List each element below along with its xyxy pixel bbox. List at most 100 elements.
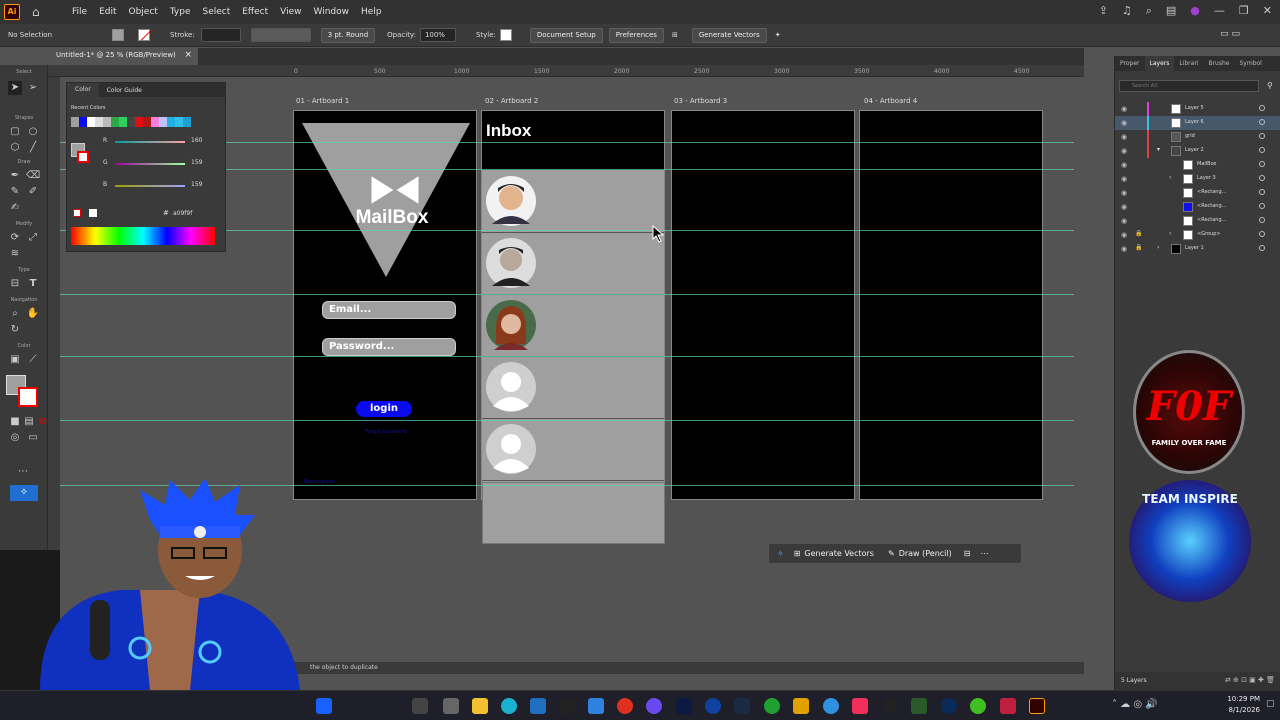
target-icon[interactable] <box>1259 231 1265 237</box>
layer-actions-icons[interactable]: ⇄ ⊕ ⊡ ▣ ✚ 🗑 <box>1225 676 1275 684</box>
close-icon[interactable]: ✕ <box>1263 4 1272 18</box>
lock-icon[interactable]: 🔒 <box>1135 230 1142 237</box>
target-icon[interactable] <box>1259 105 1265 111</box>
chrome-icon[interactable] <box>617 698 633 714</box>
visibility-eye-icon[interactable]: ◉ <box>1121 119 1127 127</box>
color-mode-icon[interactable]: ■ <box>8 415 22 429</box>
layer-row[interactable]: ◉ › Layer 3 <box>1115 172 1280 186</box>
tab-color[interactable]: Color <box>67 83 99 97</box>
recent-swatch[interactable] <box>175 117 183 127</box>
g-slider[interactable] <box>115 163 185 165</box>
ellipse-tool-icon[interactable]: ○ <box>26 125 40 139</box>
expand-chevron-icon[interactable]: › <box>1169 230 1171 237</box>
tab-symbols[interactable]: Symbol <box>1234 60 1266 67</box>
selection-tool-icon[interactable]: ➤ <box>8 81 22 95</box>
email-field[interactable]: Email... <box>322 301 456 319</box>
recent-swatch[interactable] <box>79 117 87 127</box>
screen-mode-icon[interactable]: ▭ <box>26 431 40 445</box>
target-icon[interactable] <box>1259 175 1265 181</box>
target-icon[interactable] <box>1259 133 1265 139</box>
expand-chevron-icon[interactable]: › <box>1157 244 1159 251</box>
menu-object[interactable]: Object <box>123 7 164 17</box>
gradient-tool-icon[interactable]: ▣ <box>8 353 22 367</box>
rotate-view-icon[interactable]: ↻ <box>8 323 22 337</box>
brush-tool-icon[interactable]: ✐ <box>26 185 40 199</box>
layer-row[interactable]: ◉ 🔒 › <Group> <box>1115 228 1280 242</box>
zoom-tool-icon[interactable]: ⌕ <box>8 307 22 321</box>
recent-swatch[interactable] <box>103 117 111 127</box>
artboard-tool-icon[interactable]: ⊟ <box>8 277 22 291</box>
recent-swatch[interactable] <box>95 117 103 127</box>
search-icon[interactable]: ⌕ <box>1146 4 1152 18</box>
discord-icon[interactable] <box>646 698 662 714</box>
layer-row[interactable]: ◉ <Rectang... <box>1115 214 1280 228</box>
selected-rectangle[interactable] <box>482 482 665 544</box>
rotate-tool-icon[interactable]: ⟳ <box>8 231 22 245</box>
password-field[interactable]: Password... <box>322 338 456 356</box>
b-slider[interactable] <box>115 185 185 187</box>
layers-search-input[interactable]: Search All <box>1119 80 1259 92</box>
recent-swatch[interactable] <box>167 117 175 127</box>
music-icon[interactable] <box>852 698 868 714</box>
minimize-icon[interactable]: — <box>1214 4 1225 18</box>
app3-icon[interactable] <box>970 698 986 714</box>
recent-swatch[interactable] <box>159 117 167 127</box>
bell-icon[interactable]: ♫ <box>1122 4 1132 18</box>
rectangle-tool-icon[interactable]: ▢ <box>8 125 22 139</box>
layer-row[interactable]: ◉ ▾ Layer 2 <box>1115 144 1280 158</box>
edge-icon[interactable] <box>501 698 517 714</box>
artboard-label-2[interactable]: 02 - Artboard 2 <box>485 97 538 105</box>
xbox-icon[interactable] <box>764 698 780 714</box>
color-spectrum[interactable] <box>71 227 215 245</box>
gradient-mode-icon[interactable]: ▤ <box>22 415 36 429</box>
pencil-tool-icon[interactable]: ✎ <box>8 185 22 199</box>
login-button[interactable]: login <box>356 401 412 417</box>
opacity-field[interactable]: 100% <box>419 28 456 42</box>
pen-tool-icon[interactable]: ✒ <box>8 169 22 183</box>
menu-view[interactable]: View <box>274 7 307 17</box>
tray-icons[interactable]: ˄ ☁ ◎ 🔊 <box>1112 699 1158 710</box>
shaper-tool-icon[interactable]: ✍ <box>8 201 22 215</box>
generate-vectors-button[interactable]: Generate Vectors <box>691 27 767 43</box>
notification-icon[interactable]: ▢ <box>1266 699 1275 709</box>
app4-icon[interactable] <box>1000 698 1016 714</box>
guide-line[interactable] <box>60 356 1074 357</box>
fill-swatch[interactable] <box>112 29 125 41</box>
lock-icon[interactable]: 🔒 <box>1135 244 1142 251</box>
artboard-label-3[interactable]: 03 - Artboard 3 <box>674 97 727 105</box>
target-icon[interactable] <box>1259 217 1265 223</box>
scale-tool-icon[interactable]: ⤢ <box>26 231 40 245</box>
user-avatar-icon[interactable]: ● <box>1190 4 1200 18</box>
forgot-password-link[interactable]: Forgot password <box>356 429 416 435</box>
stroke-swatch[interactable] <box>138 29 152 41</box>
eraser-tool-icon[interactable]: ⌫ <box>26 169 40 183</box>
b-value[interactable]: 159 <box>191 181 202 188</box>
menu-file[interactable]: File <box>66 7 93 17</box>
document-tab[interactable]: Untitled-1* @ 25 % (RGB/Preview) × <box>48 48 198 65</box>
document-setup-button[interactable]: Document Setup <box>529 27 603 43</box>
workspace-icon[interactable]: ▤ <box>1166 4 1176 18</box>
inbox-list[interactable] <box>482 170 664 493</box>
tab-properties[interactable]: Proper <box>1115 60 1145 67</box>
style-swatch[interactable] <box>499 29 512 41</box>
visibility-eye-icon[interactable]: ◉ <box>1121 203 1127 211</box>
panel-toggle-icon[interactable]: ▭ ▭ <box>1220 29 1240 39</box>
white-swatch[interactable] <box>89 209 97 217</box>
line-tool-icon[interactable]: ╱ <box>26 141 40 155</box>
rockstar-icon[interactable] <box>793 698 809 714</box>
menu-edit[interactable]: Edit <box>93 7 122 17</box>
tab-layers[interactable]: Layers <box>1144 56 1175 71</box>
terminal-icon[interactable] <box>911 698 927 714</box>
r-value[interactable]: 160 <box>191 137 202 144</box>
stroke-weight-field[interactable] <box>200 28 241 42</box>
recent-swatch[interactable] <box>119 117 127 127</box>
visibility-eye-icon[interactable]: ◉ <box>1121 217 1127 225</box>
target-icon[interactable] <box>1259 147 1265 153</box>
recent-swatch[interactable] <box>135 117 143 127</box>
variable-width-field[interactable] <box>250 28 311 42</box>
layer-row[interactable]: ◉ grid <box>1115 130 1280 144</box>
pin-icon[interactable]: ⊟ <box>964 549 971 558</box>
menu-window[interactable]: Window <box>308 7 356 17</box>
target-icon[interactable] <box>1259 119 1265 125</box>
visibility-eye-icon[interactable]: ◉ <box>1121 231 1127 239</box>
